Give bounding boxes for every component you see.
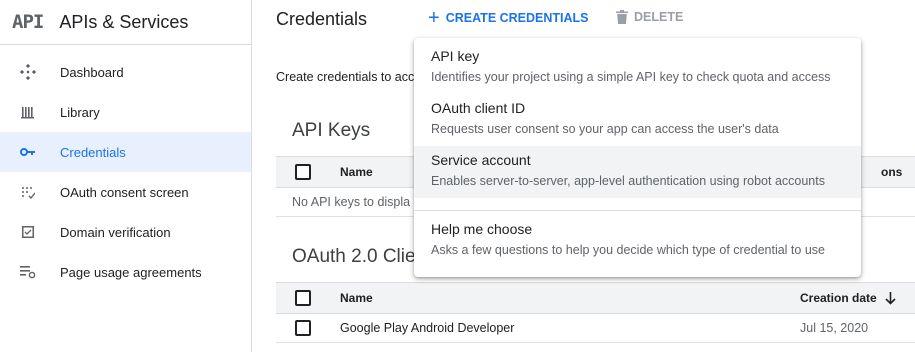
empty-message: No API keys to displa <box>292 195 411 209</box>
column-creation-date-label: Creation date <box>800 291 877 305</box>
trash-icon <box>616 10 628 24</box>
sidebar-item-domain-verification[interactable]: Domain verification <box>0 212 251 252</box>
arrow-down-icon <box>885 291 896 305</box>
sidebar-item-library[interactable]: Library <box>0 92 251 132</box>
menu-item-description: Requests user consent so your app can ac… <box>431 122 779 136</box>
menu-item-api-key[interactable]: API key Identifies your project using a … <box>414 42 861 94</box>
checkbox-icon <box>18 222 38 242</box>
column-creation-date[interactable]: Creation date <box>800 291 896 305</box>
brand-header: API APIs & Services <box>0 0 251 45</box>
column-name[interactable]: Name <box>340 165 373 179</box>
menu-divider <box>414 210 861 211</box>
table-row[interactable]: Google Play Android Developer Jul 15, 20… <box>276 314 915 343</box>
sidebar-item-oauth-consent[interactable]: OAuth consent screen <box>0 172 251 212</box>
sidebar-item-credentials[interactable]: Credentials <box>0 132 251 172</box>
create-credentials-label: CREATE CREDENTIALS <box>445 11 589 25</box>
sidebar-item-label: Domain verification <box>60 224 171 240</box>
sidebar-item-label: OAuth consent screen <box>60 184 189 200</box>
intro-text: Create credentials to acc <box>276 70 415 84</box>
consent-icon <box>18 182 38 202</box>
menu-item-title: OAuth client ID <box>431 100 526 116</box>
menu-item-title: Help me choose <box>431 221 533 237</box>
sidebar-item-label: Page usage agreements <box>60 264 202 280</box>
menu-item-title: Service account <box>431 152 531 168</box>
client-name[interactable]: Google Play Android Developer <box>340 321 514 335</box>
oauth-clients-table: Name Creation date Google Play Android D… <box>276 282 915 343</box>
api-logo[interactable]: API <box>12 11 44 33</box>
page-title: Credentials <box>276 8 368 29</box>
create-credentials-button[interactable]: + CREATE CREDENTIALS <box>428 7 589 29</box>
sidebar-item-dashboard[interactable]: Dashboard <box>0 52 251 92</box>
library-icon <box>18 102 38 122</box>
menu-item-description: Enables server-to-server, app-level auth… <box>431 174 825 188</box>
menu-item-service-account[interactable]: Service account Enables server-to-server… <box>414 146 861 198</box>
settings-list-icon <box>18 262 38 282</box>
menu-item-description: Asks a few questions to help you decide … <box>431 243 825 257</box>
dashboard-icon <box>18 62 38 82</box>
column-restrictions[interactable]: ons <box>881 165 902 179</box>
menu-item-help-me-choose[interactable]: Help me choose Asks a few questions to h… <box>414 215 861 267</box>
create-credentials-menu: API key Identifies your project using a … <box>414 38 861 277</box>
sidebar-item-page-usage[interactable]: Page usage agreements <box>0 252 251 292</box>
plus-icon: + <box>428 7 440 29</box>
oauth-clients-title: OAuth 2.0 Clie <box>292 246 416 267</box>
key-icon <box>18 142 38 162</box>
delete-button[interactable]: DELETE <box>616 10 683 24</box>
sidebar: API APIs & Services Dashboard Library Cr… <box>0 0 252 352</box>
menu-item-description: Identifies your project using a simple A… <box>431 70 831 84</box>
sidebar-item-label: Credentials <box>60 144 126 160</box>
sidebar-item-label: Dashboard <box>60 64 124 80</box>
sidebar-item-label: Library <box>60 104 100 120</box>
api-keys-title: API Keys <box>292 120 371 141</box>
select-all-checkbox[interactable] <box>295 290 311 306</box>
product-title[interactable]: APIs & Services <box>59 12 188 33</box>
creation-date: Jul 15, 2020 <box>800 321 869 335</box>
menu-item-oauth-client-id[interactable]: OAuth client ID Requests user consent so… <box>414 94 861 146</box>
select-all-checkbox[interactable] <box>295 164 311 180</box>
row-checkbox[interactable] <box>295 320 311 336</box>
delete-label: DELETE <box>634 10 684 24</box>
menu-item-title: API key <box>431 48 480 64</box>
column-name[interactable]: Name <box>340 291 373 305</box>
oauth-header-row: Name Creation date <box>276 282 915 314</box>
sidebar-nav: Dashboard Library Credentials OAuth cons… <box>0 52 251 292</box>
